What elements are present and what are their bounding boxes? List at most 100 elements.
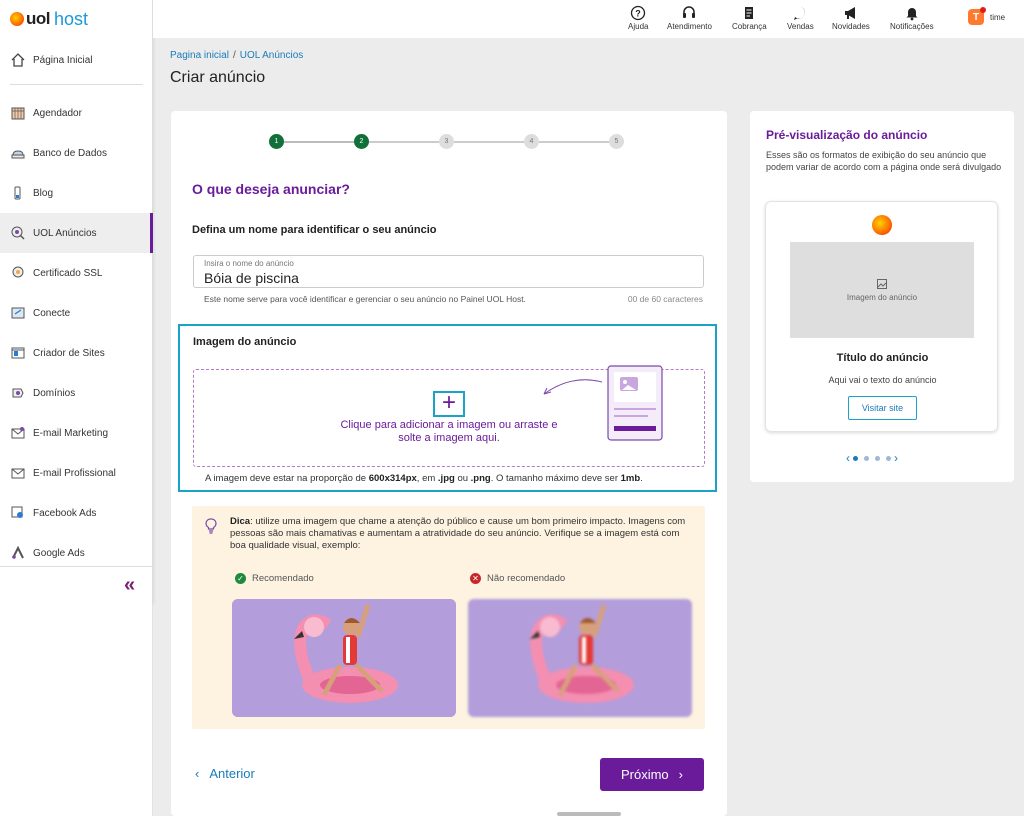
visit-site-button[interactable]: Visitar site xyxy=(848,396,917,420)
create-ad-card: 1 2 3 4 5 O que deseja anunciar? Defina … xyxy=(171,111,727,816)
certificate-icon xyxy=(9,264,27,282)
sidebar-item-email-marketing[interactable]: E-mail Marketing xyxy=(0,413,153,453)
ad-name-placeholder: Insira o nome do anúncio xyxy=(204,259,294,268)
hint-png: .png xyxy=(470,473,491,484)
user-name: time xyxy=(990,12,1006,22)
sidebar-divider xyxy=(10,84,143,85)
topbar-label: Ajuda xyxy=(628,22,649,31)
recommended-label: ✓ Recomendado xyxy=(235,573,314,584)
step-connector xyxy=(284,141,354,143)
topbar-label: Atendimento xyxy=(667,22,712,31)
topbar-label: Novidades xyxy=(832,22,870,31)
sidebar-divider xyxy=(0,566,153,567)
carousel-dot[interactable] xyxy=(853,455,858,461)
tip-text: Dica: utilize uma imagem que chame a ate… xyxy=(230,516,697,552)
carousel-dot[interactable] xyxy=(864,455,869,461)
sidebar-item-label: Google Ads xyxy=(33,547,85,559)
domains-icon xyxy=(9,384,27,402)
google-ads-icon xyxy=(9,544,27,562)
sidebar-item-conecte[interactable]: Conecte xyxy=(0,293,153,333)
topbar-atendimento[interactable]: Atendimento xyxy=(667,4,712,31)
sidebar-item-pagina-inicial[interactable]: Página Inicial xyxy=(0,40,153,80)
hint-max-size: 1mb xyxy=(620,473,641,484)
sidebar-item-criador-de-sites[interactable]: Criador de Sites xyxy=(0,333,153,373)
lightbulb-icon xyxy=(205,518,217,534)
breadcrumb-home-link[interactable]: Pagina inicial xyxy=(170,50,229,61)
sidebar-item-label: UOL Anúncios xyxy=(33,227,97,239)
facebook-ads-icon xyxy=(9,504,27,522)
preview-description: Esses são os formatos de exibição do seu… xyxy=(766,150,1002,172)
headset-icon xyxy=(681,4,697,22)
check-icon: ✓ xyxy=(235,573,246,584)
preview-ad-card: Imagem do anúncio Título do anúncio Aqui… xyxy=(765,201,998,432)
user-menu[interactable]: T time xyxy=(968,7,1006,25)
sidebar-item-label: Conecte xyxy=(33,307,71,319)
add-image-icon[interactable]: + xyxy=(433,391,465,417)
question-title: O que deseja anunciar? xyxy=(192,181,350,197)
topbar-notificacoes[interactable]: Notificações xyxy=(890,4,934,31)
preview-carousel-controls: ‹ › xyxy=(846,451,898,465)
collapse-sidebar-icon[interactable]: « xyxy=(124,574,135,597)
sidebar-item-agendador[interactable]: Agendador xyxy=(0,93,153,133)
sidebar-item-dominios[interactable]: Domínios xyxy=(0,373,153,413)
topbar-vendas[interactable]: $ Vendas xyxy=(787,4,814,31)
sidebar-item-label: Facebook Ads xyxy=(33,507,97,519)
hint-text: A imagem deve estar na proporção de xyxy=(205,473,369,484)
ads-icon xyxy=(9,224,27,242)
sidebar-item-blog[interactable]: Blog xyxy=(0,173,153,213)
step-connector xyxy=(454,141,524,143)
sidebar-item-banco-de-dados[interactable]: Banco de Dados xyxy=(0,133,153,173)
sidebar-item-google-ads[interactable]: Google Ads xyxy=(0,533,153,573)
chevron-right-icon[interactable]: › xyxy=(894,451,898,465)
ad-image-label: Imagem do anúncio xyxy=(193,336,297,348)
breadcrumb-separator: / xyxy=(232,50,236,61)
sidebar-item-email-profissional[interactable]: E-mail Profissional xyxy=(0,453,153,493)
page-title: Criar anúncio xyxy=(170,69,266,86)
breadcrumb: Pagina inicial / UOL Anúncios xyxy=(170,50,303,61)
chevron-left-icon[interactable]: ‹ xyxy=(846,451,850,465)
image-dropzone[interactable]: + Clique para adicionar a imagem ou arra… xyxy=(193,365,705,467)
sidebar-item-facebook-ads[interactable]: Facebook Ads xyxy=(0,493,153,533)
hint-text: . xyxy=(640,473,643,484)
topbar-novidades[interactable]: Novidades xyxy=(832,4,870,31)
carousel-dot[interactable] xyxy=(875,455,880,461)
ad-image-section: Imagem do anúncio + Clique para adiciona… xyxy=(178,324,717,492)
breadcrumb-current-link[interactable]: UOL Anúncios xyxy=(240,50,304,61)
sidebar-item-uol-anuncios[interactable]: UOL Anúncios xyxy=(0,213,153,253)
step-3: 3 xyxy=(439,134,454,149)
sidebar-item-certificado-ssl[interactable]: Certificado SSL xyxy=(0,253,153,293)
uol-logo-icon xyxy=(10,12,24,26)
not-recommended-example-image xyxy=(468,599,692,717)
ad-name-value: Bóia de piscina xyxy=(204,270,299,286)
billing-icon xyxy=(741,4,757,22)
error-icon: ✕ xyxy=(470,573,481,584)
hint-text: ou xyxy=(454,473,471,484)
ad-name-char-count: 00 de 60 caracteres xyxy=(627,294,703,304)
bell-icon xyxy=(904,4,920,22)
next-button[interactable]: Próximo › xyxy=(600,758,704,791)
previous-button-label: Anterior xyxy=(209,766,255,781)
uol-host-logo[interactable]: uol host xyxy=(10,8,88,30)
step-2: 2 xyxy=(354,134,369,149)
previous-button[interactable]: ‹ Anterior xyxy=(195,766,255,781)
topbar-cobranca[interactable]: Cobrança xyxy=(732,4,767,31)
connect-icon xyxy=(9,304,27,322)
sidebar: uol host Página Inicial Agendador Banco … xyxy=(0,0,153,604)
site-builder-icon xyxy=(9,344,27,362)
stepper: 1 2 3 4 5 xyxy=(269,134,624,150)
recommended-text: Recomendado xyxy=(252,573,314,584)
topbar-help[interactable]: ? Ajuda xyxy=(628,4,648,31)
help-icon: ? xyxy=(630,4,646,22)
sidebar-item-label: Criador de Sites xyxy=(33,347,105,359)
email-marketing-icon xyxy=(9,424,27,442)
tip-body: : utilize uma imagem que chame a atenção… xyxy=(230,516,686,551)
horizontal-scrollbar[interactable] xyxy=(557,812,621,816)
blog-icon xyxy=(9,184,27,202)
not-recommended-label: ✕ Não recomendado xyxy=(470,573,565,584)
sidebar-item-label: E-mail Marketing xyxy=(33,427,109,439)
carousel-dot[interactable] xyxy=(886,455,891,461)
ad-name-field[interactable]: Insira o nome do anúncio Bóia de piscina xyxy=(193,255,704,288)
hint-text: . O tamanho máximo deve ser xyxy=(490,473,621,484)
next-button-label: Próximo xyxy=(620,767,669,782)
sidebar-item-label: Blog xyxy=(33,187,54,199)
